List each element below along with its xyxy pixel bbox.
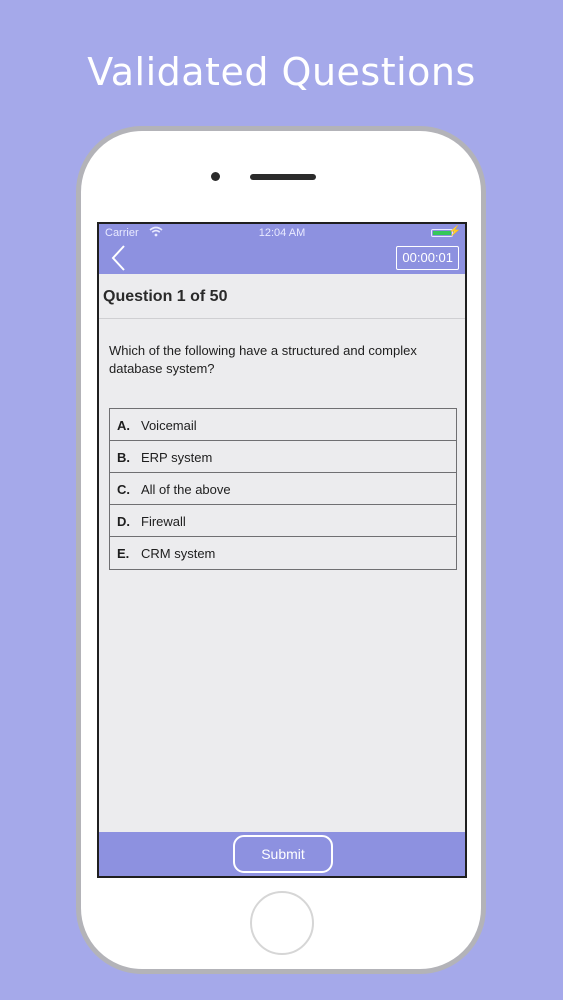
answer-option-a[interactable]: A. Voicemail	[110, 409, 456, 441]
status-bar: Carrier 12:04 AM ⚡	[99, 224, 465, 242]
answer-letter: B.	[117, 450, 130, 465]
answer-option-e[interactable]: E. CRM system	[110, 537, 456, 569]
answer-letter: A.	[117, 418, 130, 433]
answer-option-d[interactable]: D. Firewall	[110, 505, 456, 537]
answer-option-b[interactable]: B. ERP system	[110, 441, 456, 473]
answer-letter: D.	[117, 514, 130, 529]
answer-option-c[interactable]: C. All of the above	[110, 473, 456, 505]
home-button[interactable]	[250, 891, 314, 955]
question-text: Which of the following have a structured…	[109, 343, 417, 376]
answer-text: Voicemail	[141, 418, 197, 433]
answer-list: A. Voicemail B. ERP system C. All of the…	[109, 408, 457, 570]
question-header: Question 1 of 50	[99, 274, 465, 319]
nav-bar: 00:00:01	[99, 242, 465, 274]
app-screen: Carrier 12:04 AM ⚡ 00:00:01 Question 1 o…	[97, 222, 467, 878]
submit-button[interactable]: Submit	[233, 835, 333, 873]
answer-text: CRM system	[141, 546, 216, 561]
earpiece-speaker	[250, 174, 316, 180]
chevron-left-icon[interactable]	[109, 244, 131, 272]
quiz-timer: 00:00:01	[396, 246, 459, 270]
answer-text: All of the above	[141, 482, 231, 497]
answer-letter: E.	[117, 546, 130, 561]
answer-text: Firewall	[141, 514, 186, 529]
answer-letter: C.	[117, 482, 130, 497]
answer-text: ERP system	[141, 450, 213, 465]
front-camera	[211, 172, 220, 181]
promo-headline: Validated Questions	[87, 50, 476, 94]
question-counter: Question 1 of 50	[103, 288, 228, 305]
charging-bolt-icon: ⚡	[448, 226, 461, 237]
status-time: 12:04 AM	[258, 227, 306, 239]
footer-bar: Submit	[99, 832, 465, 876]
